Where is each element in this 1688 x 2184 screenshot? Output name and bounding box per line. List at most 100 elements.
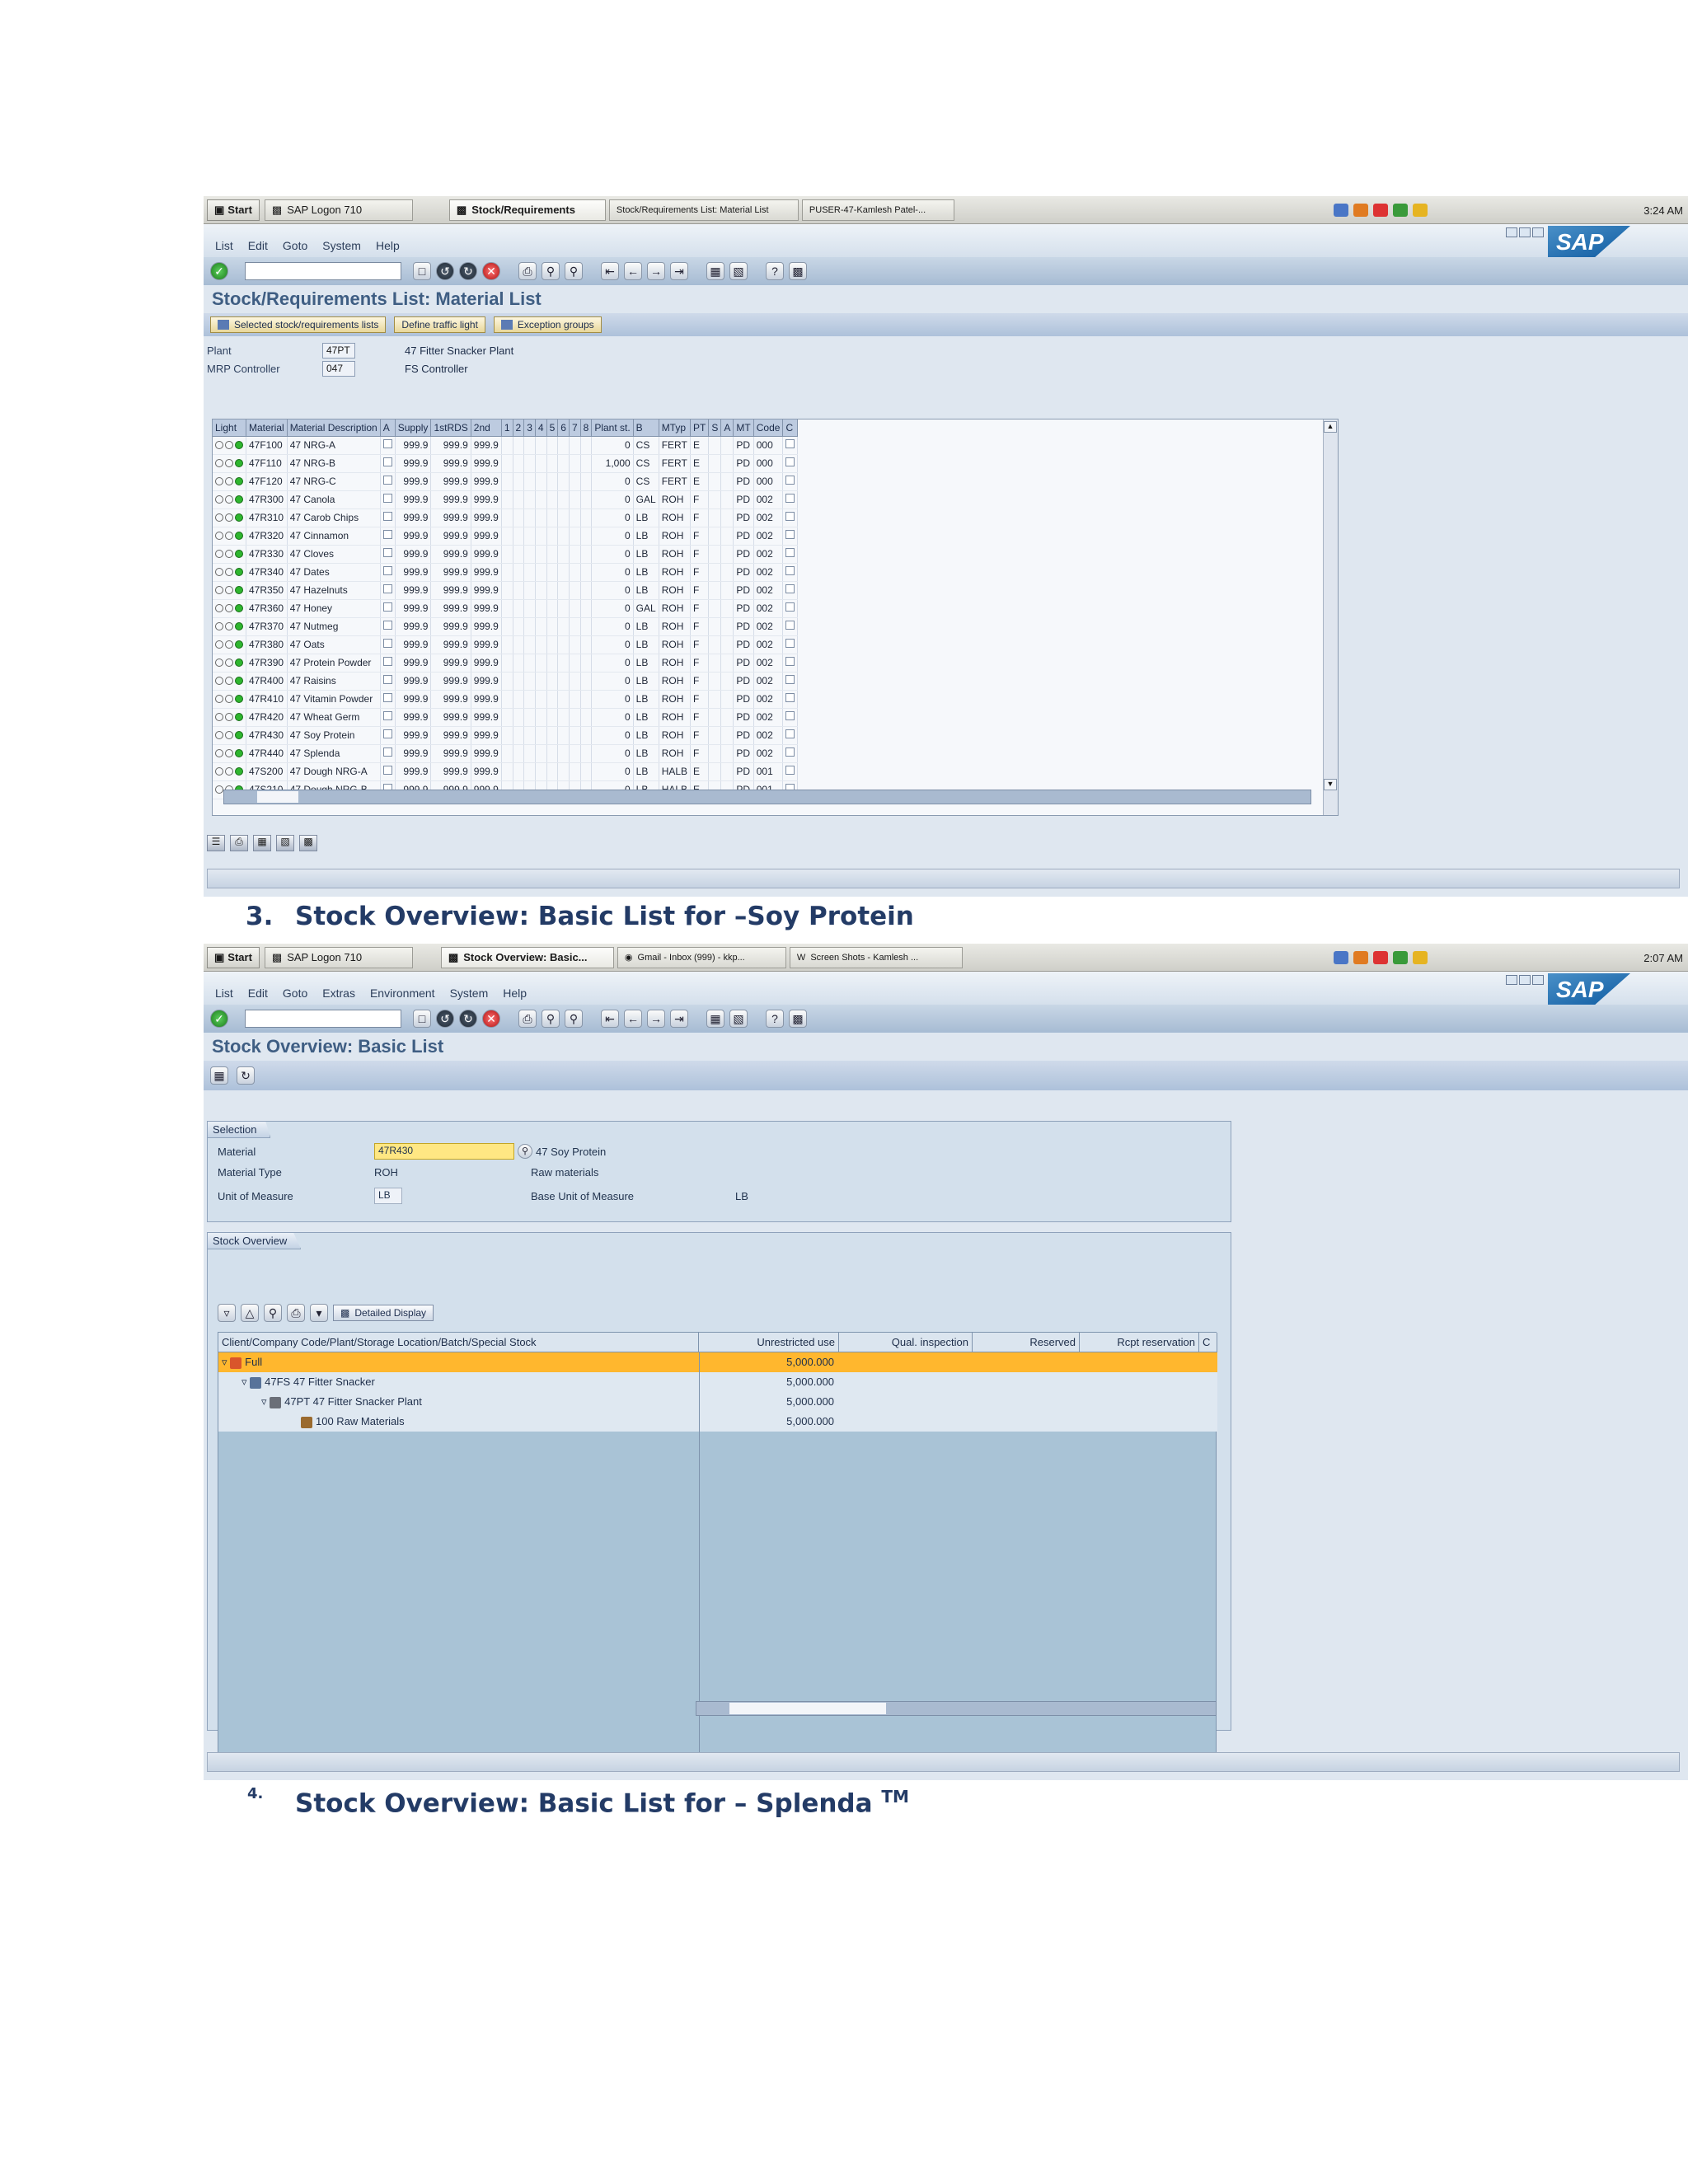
scroll-up-icon[interactable]: ▲ (1324, 421, 1337, 433)
checkbox[interactable] (380, 599, 396, 618)
column-header[interactable]: C (782, 419, 799, 437)
minimize-icon[interactable] (1506, 975, 1517, 985)
prev-page-icon[interactable]: ← (624, 1010, 642, 1028)
menu-edit[interactable]: Edit (248, 987, 268, 1000)
close-icon[interactable] (1532, 227, 1544, 237)
table-row[interactable]: 47R430 47 Soy Protein 999.9 999.9 999.9 0 LB RO… (213, 726, 799, 745)
task-gmail[interactable]: ◉ Gmail - Inbox (999) - kkp... (617, 946, 786, 968)
refresh-icon[interactable]: ↻ (237, 1066, 255, 1085)
exception-groups-button[interactable]: Exception groups (493, 316, 602, 333)
save-icon[interactable]: □ (413, 1010, 431, 1028)
checkbox[interactable] (782, 545, 799, 564)
column-header[interactable]: 5 (546, 419, 559, 437)
maximize-icon[interactable] (1519, 227, 1531, 237)
table-row[interactable]: 47R410 47 Vitamin Powder 999.9 999.9 999.9 0 L… (213, 690, 799, 709)
col-qual-inspection[interactable]: Qual. inspection (839, 1333, 973, 1352)
prev-page-icon[interactable]: ← (624, 262, 642, 280)
checkbox[interactable] (380, 635, 396, 654)
details-icon[interactable]: ☰ (207, 835, 225, 851)
table-row[interactable]: 47R380 47 Oats 999.9 999.9 999.9 0 LB ROH F PD 002 (213, 635, 799, 654)
cancel-icon[interactable]: ✕ (482, 262, 500, 280)
collapse-arrow-icon[interactable]: ▿ (241, 1376, 247, 1388)
help-icon[interactable]: ? (766, 1010, 784, 1028)
tray-shield-icon[interactable] (1413, 204, 1428, 217)
task-sap-logon[interactable]: ▩ SAP Logon 710 (264, 946, 413, 968)
horizontal-scrollbar[interactable] (696, 1701, 1217, 1716)
layout-change-icon[interactable]: ▦ (253, 835, 271, 851)
task-puser[interactable]: PUSER-47-Kamlesh Patel-... (801, 199, 954, 221)
hierarchy-icon[interactable]: ▦ (210, 1066, 228, 1085)
checkbox[interactable] (380, 454, 396, 473)
export-icon[interactable]: ▧ (276, 835, 294, 851)
checkbox[interactable] (380, 617, 396, 636)
column-header[interactable]: MT (733, 419, 754, 437)
enter-icon[interactable]: ✓ (210, 262, 228, 280)
menu-dropdown-icon[interactable]: ▾ (310, 1304, 328, 1322)
checkbox[interactable] (782, 436, 799, 455)
menu-help[interactable]: Help (503, 987, 527, 1000)
column-header[interactable]: Material Description (287, 419, 381, 437)
table-row[interactable]: 47F110 47 NRG-B 999.9 999.9 999.9 1,000 CS FERT… (213, 454, 799, 473)
checkbox[interactable] (380, 563, 396, 582)
enter-icon[interactable]: ✓ (210, 1010, 228, 1028)
table-row[interactable]: 47R420 47 Wheat Germ 999.9 999.9 999.9 0 LB ROH… (213, 708, 799, 727)
table-row[interactable]: 47R440 47 Splenda 999.9 999.9 999.9 0 LB ROH F PD… (213, 744, 799, 763)
checkbox[interactable] (380, 744, 396, 763)
checkbox[interactable] (782, 472, 799, 491)
last-page-icon[interactable]: ⇥ (670, 1010, 688, 1028)
scroll-down-icon[interactable]: ▼ (1324, 779, 1337, 790)
checkbox[interactable] (782, 690, 799, 709)
col-hierarchy[interactable]: Client/Company Code/Plant/Storage Locati… (218, 1333, 699, 1352)
first-page-icon[interactable]: ⇤ (601, 262, 619, 280)
checkbox[interactable] (782, 527, 799, 546)
checkbox[interactable] (380, 490, 396, 509)
checkbox[interactable] (782, 708, 799, 727)
print-list-icon[interactable]: ⎙ (230, 835, 248, 851)
table-row[interactable]: 47R330 47 Cloves 999.9 999.9 999.9 0 LB ROH F PD 0… (213, 545, 799, 564)
task-stock-overview[interactable]: ▩ Stock Overview: Basic... (440, 946, 614, 968)
task-screen-shots[interactable]: W Screen Shots - Kamlesh ... (789, 946, 963, 968)
tray-app-icon[interactable] (1353, 204, 1369, 217)
checkbox[interactable] (782, 726, 799, 745)
column-header[interactable]: S (708, 419, 722, 437)
tray-shield-icon[interactable] (1413, 951, 1428, 964)
table-row[interactable]: 47F120 47 NRG-C 999.9 999.9 999.9 0 CS FERT E PD 0… (213, 472, 799, 491)
checkbox[interactable] (782, 744, 799, 763)
table-row[interactable]: 47F100 47 NRG-A 999.9 999.9 999.9 0 CS FERT E PD 0… (213, 436, 799, 455)
checkbox[interactable] (380, 654, 396, 673)
tray-network-icon[interactable] (1334, 204, 1349, 217)
column-header[interactable]: A (720, 419, 734, 437)
collapse-icon[interactable]: △ (241, 1304, 259, 1322)
print-icon[interactable]: ⎙ (518, 1010, 537, 1028)
checkbox[interactable] (782, 617, 799, 636)
checkbox[interactable] (380, 509, 396, 527)
column-header[interactable]: Plant st. (591, 419, 634, 437)
menu-environment[interactable]: Environment (370, 987, 435, 1000)
column-header[interactable]: Code (753, 419, 784, 437)
command-field[interactable] (245, 1010, 401, 1028)
menu-edit[interactable]: Edit (248, 239, 268, 252)
column-header[interactable]: 3 (523, 419, 536, 437)
collapse-arrow-icon[interactable]: ▿ (261, 1395, 267, 1408)
tree-row[interactable]: 100 Raw Materials 5,000.000 (218, 1412, 1217, 1432)
checkbox[interactable] (380, 708, 396, 727)
menu-goto[interactable]: Goto (283, 239, 307, 252)
shortcut-icon[interactable]: ▧ (729, 262, 748, 280)
menu-list-item[interactable]: List (215, 987, 233, 1000)
next-page-icon[interactable]: → (647, 262, 665, 280)
checkbox[interactable] (380, 581, 396, 600)
table-row[interactable]: 47S200 47 Dough NRG-A 999.9 999.9 999.9 0 LB HA… (213, 762, 799, 781)
material-input[interactable]: 47R430 (374, 1143, 514, 1160)
back-icon[interactable]: ↺ (436, 262, 454, 280)
tray-pdf-icon[interactable] (1373, 951, 1389, 964)
checkbox[interactable] (380, 690, 396, 709)
col-c[interactable]: C (1199, 1333, 1217, 1352)
table-row[interactable]: 47R400 47 Raisins 999.9 999.9 999.9 0 LB ROH F PD… (213, 672, 799, 691)
column-header[interactable]: 1 (501, 419, 513, 437)
command-field[interactable] (245, 262, 401, 280)
last-page-icon[interactable]: ⇥ (670, 262, 688, 280)
table-row[interactable]: 47R320 47 Cinnamon 999.9 999.9 999.9 0 LB ROH F P… (213, 527, 799, 546)
define-traffic-light-button[interactable]: Define traffic light (394, 316, 485, 333)
checkbox[interactable] (782, 454, 799, 473)
layout-icon[interactable]: ▩ (789, 1010, 807, 1028)
